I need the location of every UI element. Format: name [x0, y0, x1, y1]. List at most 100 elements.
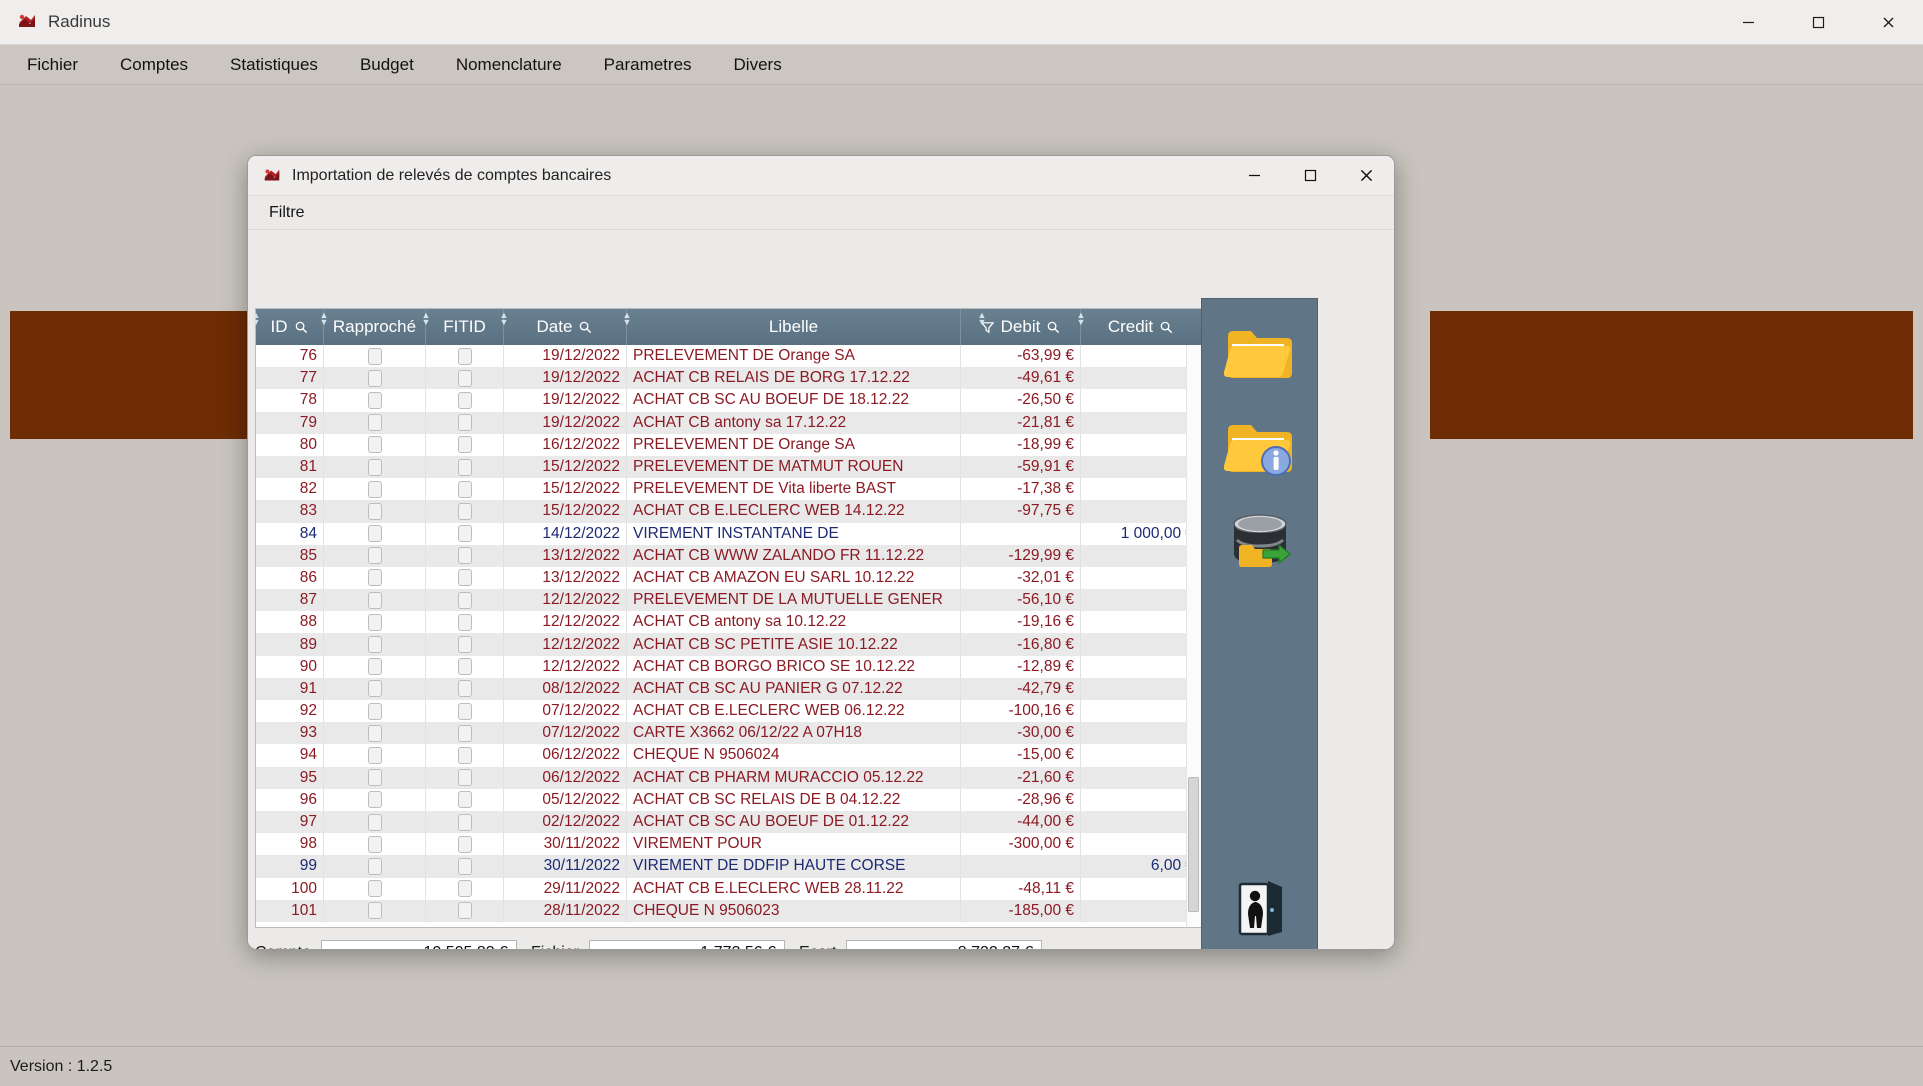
dialog-minimize-button[interactable]	[1226, 156, 1282, 196]
checkbox-fitid[interactable]	[457, 769, 472, 787]
table-row[interactable]: 79 19/12/2022 ACHAT CB antony sa 17.12.22-…	[256, 411, 1201, 434]
checkbox-rapproche[interactable]	[367, 658, 382, 676]
checkbox-rapproche[interactable]	[367, 680, 382, 698]
sort-grip-icon[interactable]: ▲ ▼	[499, 311, 509, 328]
checkbox-rapproche[interactable]	[367, 902, 382, 920]
table-row[interactable]: 87 12/12/2022 PRELEVEMENT DE LA MUTUELLE G…	[256, 589, 1201, 612]
table-row[interactable]: 90 12/12/2022 ACHAT CB BORGO BRICO SE 10.1…	[256, 655, 1201, 678]
checkbox-rapproche[interactable]	[367, 369, 382, 387]
checkbox-fitid[interactable]	[457, 569, 472, 587]
table-row[interactable]: 84 14/12/2022 VIREMENT INSTANTANE DE 1 000,…	[256, 522, 1201, 545]
grid-header-debit[interactable]: ▲ ▼ Debit	[961, 309, 1081, 345]
checkbox-rapproche[interactable]	[367, 791, 382, 809]
exit-door-icon[interactable]	[1220, 869, 1300, 949]
sort-grip-icon[interactable]: ▲ ▼	[977, 311, 987, 328]
menu-item-statistiques[interactable]: Statistiques	[209, 48, 339, 82]
checkbox-fitid[interactable]	[457, 502, 472, 520]
cell-rapproche[interactable]	[324, 744, 426, 767]
cell-fitid[interactable]	[426, 722, 504, 745]
checkbox-fitid[interactable]	[457, 680, 472, 698]
checkbox-rapproche[interactable]	[367, 391, 382, 409]
table-row[interactable]: 101 28/11/2022 CHEQUE N 9506023 -185,00 €	[256, 899, 1201, 922]
cell-rapproche[interactable]	[324, 766, 426, 789]
dialog-menu-item-filtre[interactable]: Filtre	[258, 199, 316, 227]
cell-fitid[interactable]	[426, 500, 504, 523]
checkbox-fitid[interactable]	[457, 835, 472, 853]
cell-fitid[interactable]	[426, 478, 504, 501]
open-folder-icon[interactable]	[1220, 313, 1300, 393]
table-row[interactable]: 93 07/12/2022 CARTE X3662 06/12/22 A 07H18…	[256, 722, 1201, 745]
checkbox-rapproche[interactable]	[367, 547, 382, 565]
cell-rapproche[interactable]	[324, 455, 426, 479]
cell-rapproche[interactable]	[324, 833, 426, 856]
checkbox-rapproche[interactable]	[367, 436, 382, 454]
checkbox-fitid[interactable]	[457, 791, 472, 809]
cell-fitid[interactable]	[426, 433, 504, 456]
cell-fitid[interactable]	[426, 766, 504, 789]
sort-grip-icon[interactable]: ▲ ▼	[1076, 311, 1086, 328]
cell-rapproche[interactable]	[324, 544, 426, 567]
cell-rapproche[interactable]	[324, 655, 426, 678]
cell-rapproche[interactable]	[324, 855, 426, 878]
cell-fitid[interactable]	[426, 544, 504, 567]
magnifier-icon[interactable]	[1159, 320, 1174, 335]
cell-rapproche[interactable]	[324, 810, 426, 834]
checkbox-fitid[interactable]	[457, 724, 472, 742]
cell-fitid[interactable]	[426, 744, 504, 767]
checkbox-fitid[interactable]	[457, 613, 472, 631]
checkbox-rapproche[interactable]	[367, 857, 382, 875]
grid-header-rapproche[interactable]: ▲ ▼ Rapproché	[320, 309, 426, 345]
table-row[interactable]: 89 12/12/2022 ACHAT CB SC PETITE ASIE 10.1…	[256, 633, 1201, 656]
sort-grip-icon[interactable]: ▲ ▼	[622, 311, 632, 328]
checkbox-fitid[interactable]	[457, 902, 472, 920]
magnifier-icon[interactable]	[294, 320, 309, 335]
table-row[interactable]: 94 06/12/2022 CHEQUE N 9506024 -15,00 €	[256, 744, 1201, 767]
checkbox-rapproche[interactable]	[367, 636, 382, 654]
grid-header-fitid[interactable]: ▲ ▼ FITID	[422, 309, 504, 345]
cell-fitid[interactable]	[426, 367, 504, 390]
table-row[interactable]: 80 16/12/2022 PRELEVEMENT DE Orange SA -18,…	[256, 433, 1201, 456]
cell-fitid[interactable]	[426, 611, 504, 634]
checkbox-rapproche[interactable]	[367, 591, 382, 609]
cell-fitid[interactable]	[426, 899, 504, 922]
cell-fitid[interactable]	[426, 833, 504, 856]
cell-fitid[interactable]	[426, 522, 504, 545]
cell-rapproche[interactable]	[324, 389, 426, 412]
cell-rapproche[interactable]	[324, 345, 426, 368]
magnifier-icon[interactable]	[578, 320, 593, 335]
cell-fitid[interactable]	[426, 788, 504, 811]
checkbox-fitid[interactable]	[457, 746, 472, 764]
table-row[interactable]: 91 08/12/2022 ACHAT CB SC AU PANIER G 07.1…	[256, 677, 1201, 700]
cell-fitid[interactable]	[426, 855, 504, 878]
cell-rapproche[interactable]	[324, 589, 426, 612]
cell-rapproche[interactable]	[324, 411, 426, 434]
cell-fitid[interactable]	[426, 700, 504, 723]
sort-grip-icon[interactable]: ▲ ▼	[319, 311, 329, 328]
close-button[interactable]	[1853, 0, 1923, 45]
checkbox-fitid[interactable]	[457, 591, 472, 609]
dialog-maximize-button[interactable]	[1282, 156, 1338, 196]
checkbox-rapproche[interactable]	[367, 502, 382, 520]
checkbox-rapproche[interactable]	[367, 813, 382, 831]
grid-header-id[interactable]: ▲ ▼ ID	[252, 309, 324, 345]
maximize-button[interactable]	[1783, 0, 1853, 45]
table-row[interactable]: 98 30/11/2022 VIREMENT POUR -300,00 €	[256, 833, 1201, 856]
menu-item-comptes[interactable]: Comptes	[99, 48, 209, 82]
checkbox-fitid[interactable]	[457, 857, 472, 875]
menu-item-nomenclature[interactable]: Nomenclature	[435, 48, 583, 82]
table-row[interactable]: 95 06/12/2022 ACHAT CB PHARM MURACCIO 05.1…	[256, 766, 1201, 789]
table-row[interactable]: 86 13/12/2022 ACHAT CB AMAZON EU SARL 10.1…	[256, 566, 1201, 590]
magnifier-icon[interactable]	[1046, 320, 1061, 335]
checkbox-rapproche[interactable]	[367, 835, 382, 853]
checkbox-fitid[interactable]	[457, 369, 472, 387]
total-fichier-field[interactable]: 1 773,56 €	[589, 940, 786, 949]
cell-fitid[interactable]	[426, 345, 504, 368]
checkbox-rapproche[interactable]	[367, 746, 382, 764]
checkbox-fitid[interactable]	[457, 702, 472, 720]
database-import-icon[interactable]	[1220, 501, 1300, 581]
menu-item-budget[interactable]: Budget	[339, 48, 435, 82]
sort-grip-icon[interactable]: ▲ ▼	[251, 311, 261, 328]
grid-header-credit[interactable]: ▲ ▼ Credit	[1077, 309, 1201, 345]
cell-rapproche[interactable]	[324, 566, 426, 590]
table-row[interactable]: 85 13/12/2022 ACHAT CB WWW ZALANDO FR 11.1…	[256, 544, 1201, 567]
